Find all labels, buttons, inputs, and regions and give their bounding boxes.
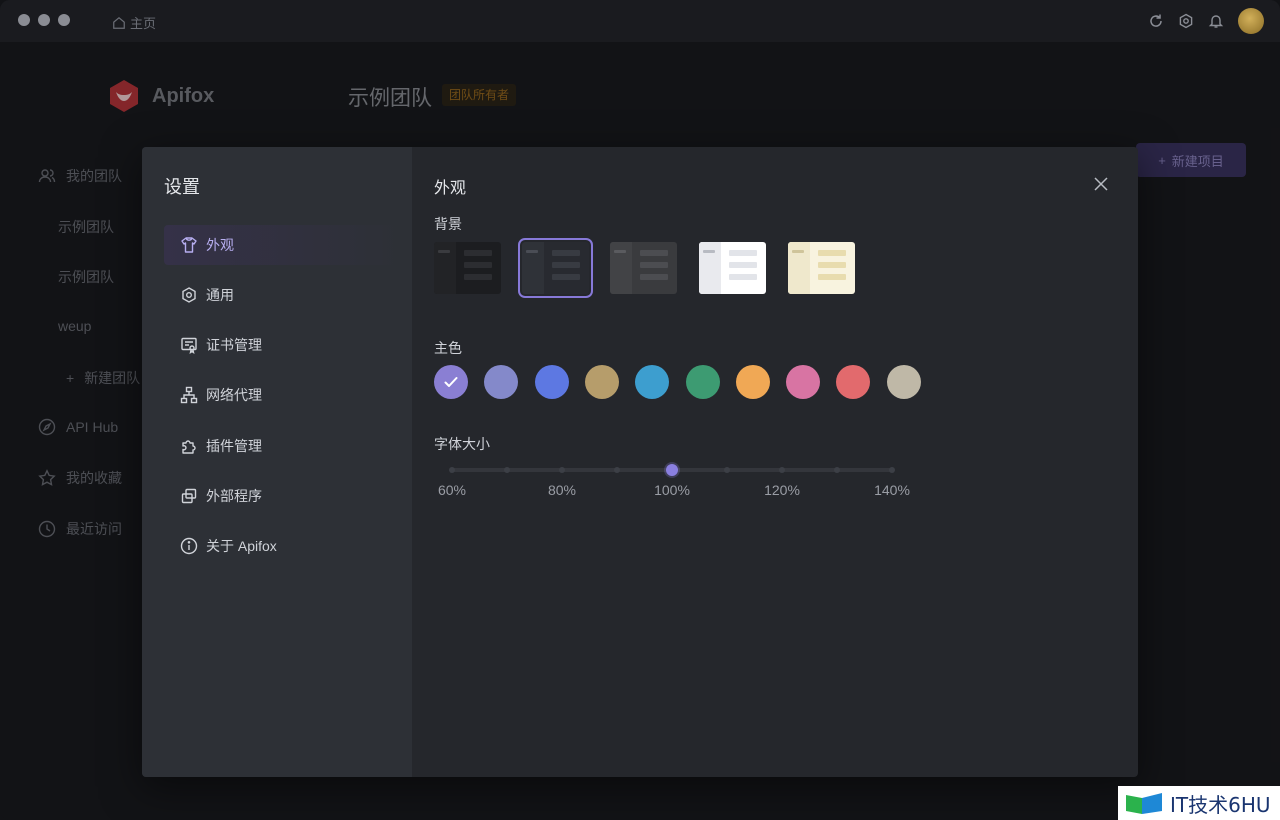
background-label: 背景 — [434, 216, 462, 232]
slider-label[interactable]: 140% — [874, 482, 910, 498]
slider-label[interactable]: 100% — [654, 482, 690, 498]
watermark-text: IT技术6HU — [1170, 792, 1271, 817]
background-option-black[interactable] — [434, 242, 501, 294]
settings-nav-proxy[interactable]: 网络代理 — [164, 375, 400, 415]
watermark: IT技术6HU — [1118, 786, 1280, 820]
color-swatch[interactable] — [584, 365, 619, 399]
app-window: 主页 Apifox 示例团队 团队所有者 + 新建项目 我的团队 示例团队 示例… — [0, 0, 1280, 820]
check-icon — [444, 377, 458, 387]
slider-tick — [779, 467, 785, 473]
settings-nav: 设置 外观 通用 证书管理 网络代理 插件管理 外部程序 关于 Apifox — [142, 147, 412, 777]
settings-dialog: 设置 外观 通用 证书管理 网络代理 插件管理 外部程序 关于 Apifox 外… — [142, 147, 1138, 777]
nav-label: 网络代理 — [206, 387, 262, 403]
primary-color-label: 主色 — [434, 340, 462, 356]
settings-nav-plugins[interactable]: 插件管理 — [164, 426, 400, 466]
color-swatch[interactable] — [484, 365, 519, 399]
avatar[interactable] — [1238, 8, 1264, 34]
font-size-slider-thumb[interactable] — [666, 464, 678, 476]
section-title: 外观 — [434, 180, 467, 197]
close-icon[interactable] — [1092, 175, 1110, 193]
background-option-gray[interactable] — [610, 242, 677, 294]
slider-label[interactable]: 120% — [764, 482, 800, 498]
slider-tick — [614, 467, 620, 473]
settings-title: 设置 — [164, 177, 200, 197]
nav-label: 外观 — [206, 237, 234, 253]
bell-icon[interactable] — [1208, 13, 1224, 29]
settings-nav-appearance[interactable]: 外观 — [164, 225, 400, 265]
windows-icon — [181, 488, 197, 504]
shirt-icon — [181, 237, 197, 253]
settings-content: 外观 背景 主色 字体大小 60% 80% 100% 120% 140% — [412, 147, 1138, 777]
color-swatch[interactable] — [836, 365, 871, 399]
slider-tick — [724, 467, 730, 473]
home-tab[interactable]: 主页 — [112, 13, 156, 32]
minimize-window-button[interactable] — [38, 14, 50, 26]
slider-label[interactable]: 80% — [548, 482, 576, 498]
color-swatch[interactable] — [685, 365, 720, 399]
color-swatch[interactable] — [735, 365, 770, 399]
slider-tick — [504, 467, 510, 473]
nav-label: 证书管理 — [206, 337, 262, 353]
background-option-paper[interactable] — [788, 242, 855, 294]
network-icon — [180, 386, 198, 404]
maximize-window-button[interactable] — [58, 14, 70, 26]
color-swatch[interactable] — [886, 365, 921, 399]
settings-icon — [182, 287, 196, 303]
settings-nav-certificates[interactable]: 证书管理 — [164, 325, 400, 365]
info-icon — [180, 537, 198, 555]
background-option-dark[interactable] — [518, 238, 593, 298]
title-bar: 主页 — [0, 0, 1280, 42]
gear-icon[interactable] — [1178, 13, 1194, 29]
font-size-label: 字体大小 — [434, 436, 490, 452]
color-swatch[interactable] — [635, 365, 670, 399]
nav-label: 外部程序 — [206, 488, 262, 504]
close-window-button[interactable] — [18, 14, 30, 26]
puzzle-icon — [182, 440, 196, 454]
color-swatch[interactable] — [786, 365, 821, 399]
nav-label: 通用 — [206, 287, 234, 303]
settings-nav-external-programs[interactable]: 外部程序 — [164, 476, 400, 516]
home-tab-label: 主页 — [130, 16, 157, 31]
settings-nav-about[interactable]: 关于 Apifox — [164, 526, 400, 566]
background-option-light[interactable] — [699, 242, 766, 294]
certificate-icon — [181, 337, 197, 354]
settings-nav-general[interactable]: 通用 — [164, 275, 400, 315]
nav-label: 插件管理 — [206, 438, 262, 454]
slider-tick — [449, 467, 455, 473]
home-icon — [113, 16, 125, 29]
slider-tick — [834, 467, 840, 473]
color-swatch[interactable] — [534, 365, 569, 399]
watermark-logo-icon — [1126, 793, 1162, 814]
slider-label[interactable]: 60% — [438, 482, 466, 498]
nav-label: 关于 Apifox — [206, 538, 277, 554]
refresh-icon[interactable] — [1148, 13, 1164, 29]
color-swatch[interactable] — [434, 365, 468, 399]
slider-tick — [559, 467, 565, 473]
slider-tick — [889, 467, 895, 473]
